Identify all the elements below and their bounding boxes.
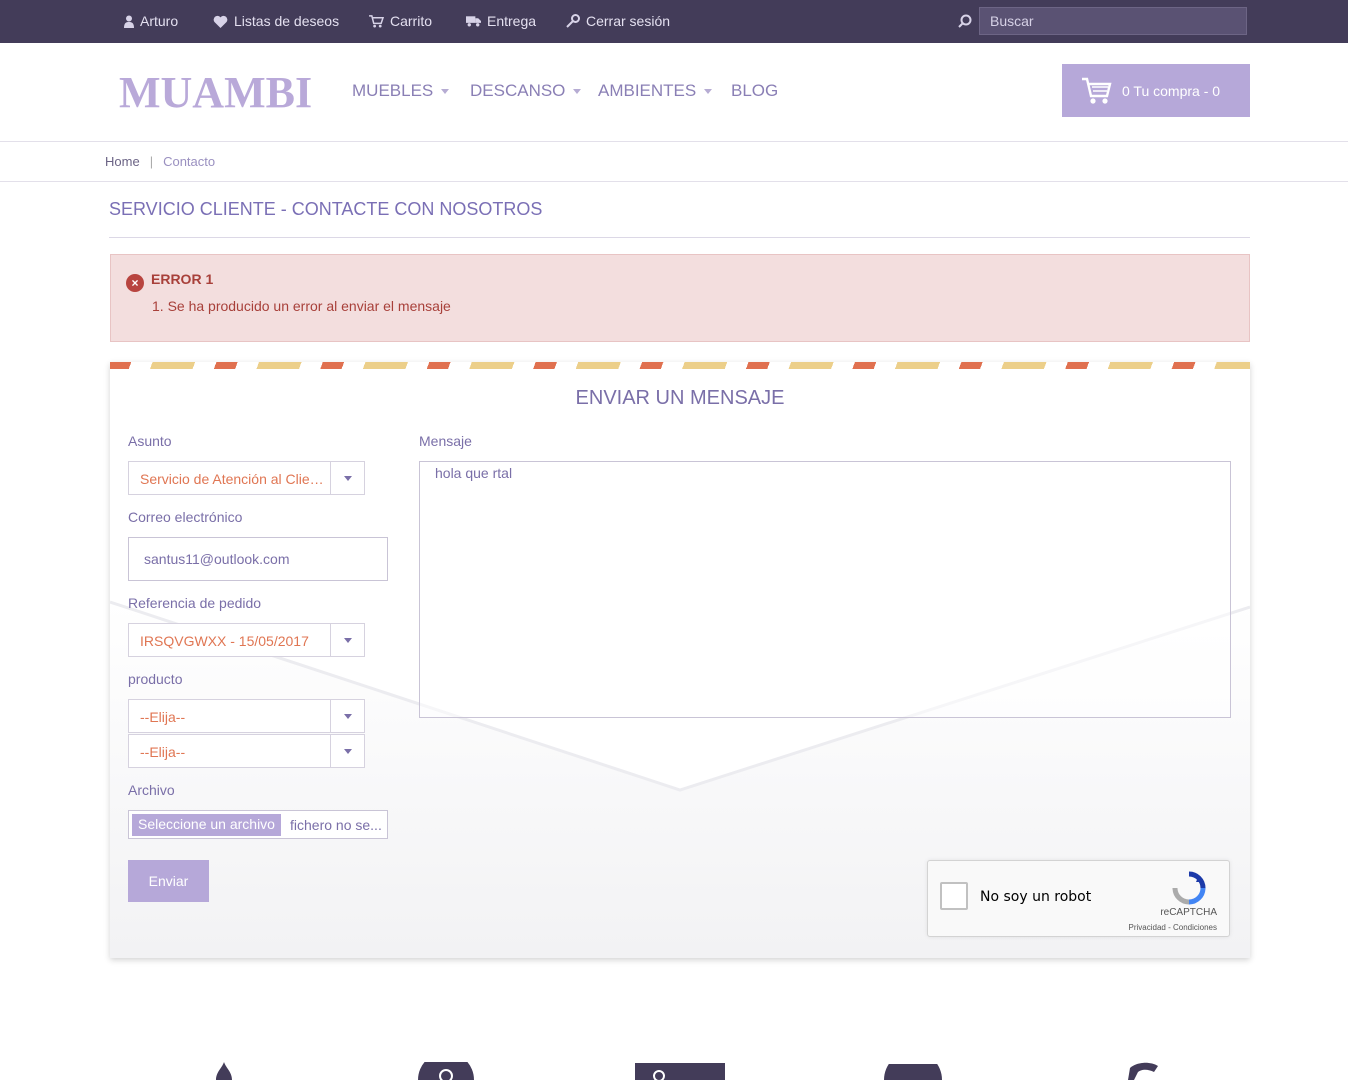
nav-label: MUEBLES: [352, 81, 434, 100]
user-icon: [124, 15, 134, 28]
divider: [109, 237, 1250, 238]
chevron-down-icon: [330, 700, 364, 732]
chevron-down-icon: [330, 735, 364, 767]
truck-icon: [466, 16, 481, 27]
file-select-button[interactable]: Seleccione un archivo: [132, 814, 281, 836]
recaptcha-label: No soy un robot: [980, 889, 1092, 905]
nav-label: BLOG: [731, 81, 779, 100]
wishlist-label: Listas de deseos: [234, 13, 340, 29]
site-logo[interactable]: MUAMBI: [119, 67, 312, 118]
product-select[interactable]: --Elija--: [128, 699, 365, 733]
nav-item-descanso[interactable]: DESCANSO: [470, 81, 582, 101]
product-variant-select[interactable]: --Elija--: [128, 734, 365, 768]
message-textarea[interactable]: hola que rtal: [419, 461, 1231, 718]
send-button[interactable]: Enviar: [128, 860, 209, 902]
caret-down-icon: [573, 88, 582, 94]
logout-label: Cerrar sesión: [586, 13, 671, 29]
page-title: SERVICIO CLIENTE - CONTACTE CON NOSOTROS: [109, 199, 543, 219]
recaptcha-widget: No soy un robot reCAPTCHA Privacidad - C…: [927, 860, 1230, 937]
wishlist-link[interactable]: Listas de deseos: [213, 13, 339, 29]
heart-icon: [213, 15, 228, 28]
error-message: 1. Se ha producido un error al enviar el…: [152, 298, 451, 314]
recaptcha-terms[interactable]: Privacidad - Condiciones: [1129, 923, 1218, 932]
location-tag-icon: [635, 1063, 725, 1080]
chevron-down-icon: [330, 462, 364, 494]
product-label: producto: [128, 671, 183, 687]
error-icon: ×: [126, 274, 144, 292]
top-bar: Arturo Listas de deseos Carrito Entrega …: [0, 0, 1348, 43]
order-label: Referencia de pedido: [128, 595, 262, 611]
site-header: MUAMBI MUEBLES DESCANSO AMBIENTES BLOG 0…: [0, 43, 1348, 142]
product-variant-value: --Elija--: [140, 744, 186, 760]
form-title: ENVIAR UN MENSAJE: [575, 387, 785, 409]
search-icon[interactable]: [958, 14, 972, 28]
breadcrumb-separator: |: [149, 154, 154, 169]
delivery-link[interactable]: Entrega: [466, 13, 536, 29]
delivery-label: Entrega: [487, 13, 537, 29]
nav-item-muebles[interactable]: MUEBLES: [352, 81, 450, 101]
cart-label: Carrito: [390, 13, 433, 29]
phone-icon: [1128, 1062, 1158, 1080]
product-value: --Elija--: [140, 709, 186, 725]
message-label: Mensaje: [419, 433, 472, 449]
error-title: ERROR 1: [151, 271, 214, 287]
logout-link[interactable]: Cerrar sesión: [566, 13, 670, 29]
caret-down-icon: [704, 88, 713, 94]
account-link[interactable]: Arturo: [124, 13, 178, 29]
cart-summary-label: 0 Tu compra - 0: [1122, 82, 1221, 99]
chevron-down-icon: [330, 624, 364, 656]
flame-icon: [216, 1062, 232, 1080]
order-value: IRSQVGWXX - 15/05/2017: [140, 633, 309, 649]
file-label: Archivo: [128, 782, 175, 798]
chat-bubble-icon: [884, 1064, 942, 1080]
breadcrumb-current: Contacto: [163, 154, 216, 169]
cart-summary-button[interactable]: 0 Tu compra - 0: [1062, 64, 1250, 117]
key-icon: [566, 14, 580, 28]
file-name: fichero no se...: [290, 817, 382, 833]
envelope-stripes: [110, 362, 1250, 369]
search-input[interactable]: [979, 7, 1247, 35]
error-alert: × ERROR 1 1. Se ha producido un error al…: [110, 254, 1250, 342]
order-select[interactable]: IRSQVGWXX - 15/05/2017: [128, 623, 365, 657]
recaptcha-checkbox[interactable]: [940, 882, 968, 910]
recaptcha-brand: reCAPTCHA: [1160, 907, 1217, 918]
nav-label: AMBIENTES: [598, 81, 697, 100]
caret-down-icon: [441, 88, 450, 94]
email-label: Correo electrónico: [128, 509, 243, 525]
subject-label: Asunto: [128, 433, 172, 449]
nav-label: DESCANSO: [470, 81, 566, 100]
subject-select[interactable]: Servicio de Atención al Cliente: [128, 461, 365, 495]
breadcrumb-home[interactable]: Home: [105, 154, 140, 169]
breadcrumb: Home | Contacto: [0, 142, 1348, 182]
nav-item-ambientes[interactable]: AMBIENTES: [598, 81, 713, 101]
subject-value: Servicio de Atención al Cliente: [140, 471, 325, 487]
nav-item-blog[interactable]: BLOG: [731, 81, 778, 101]
contact-form-card: ENVIAR UN MENSAJE Asunto Servicio de Ate…: [110, 362, 1250, 958]
file-upload[interactable]: Seleccione un archivo fichero no se...: [128, 810, 388, 839]
cart-icon: [369, 14, 384, 28]
shopping-cart-icon: [1082, 77, 1112, 104]
clock-icon: [418, 1062, 474, 1080]
recaptcha-icon: [1172, 871, 1206, 905]
email-field[interactable]: santus11@outlook.com: [128, 537, 388, 581]
cart-link[interactable]: Carrito: [369, 13, 432, 29]
account-label: Arturo: [140, 13, 179, 29]
